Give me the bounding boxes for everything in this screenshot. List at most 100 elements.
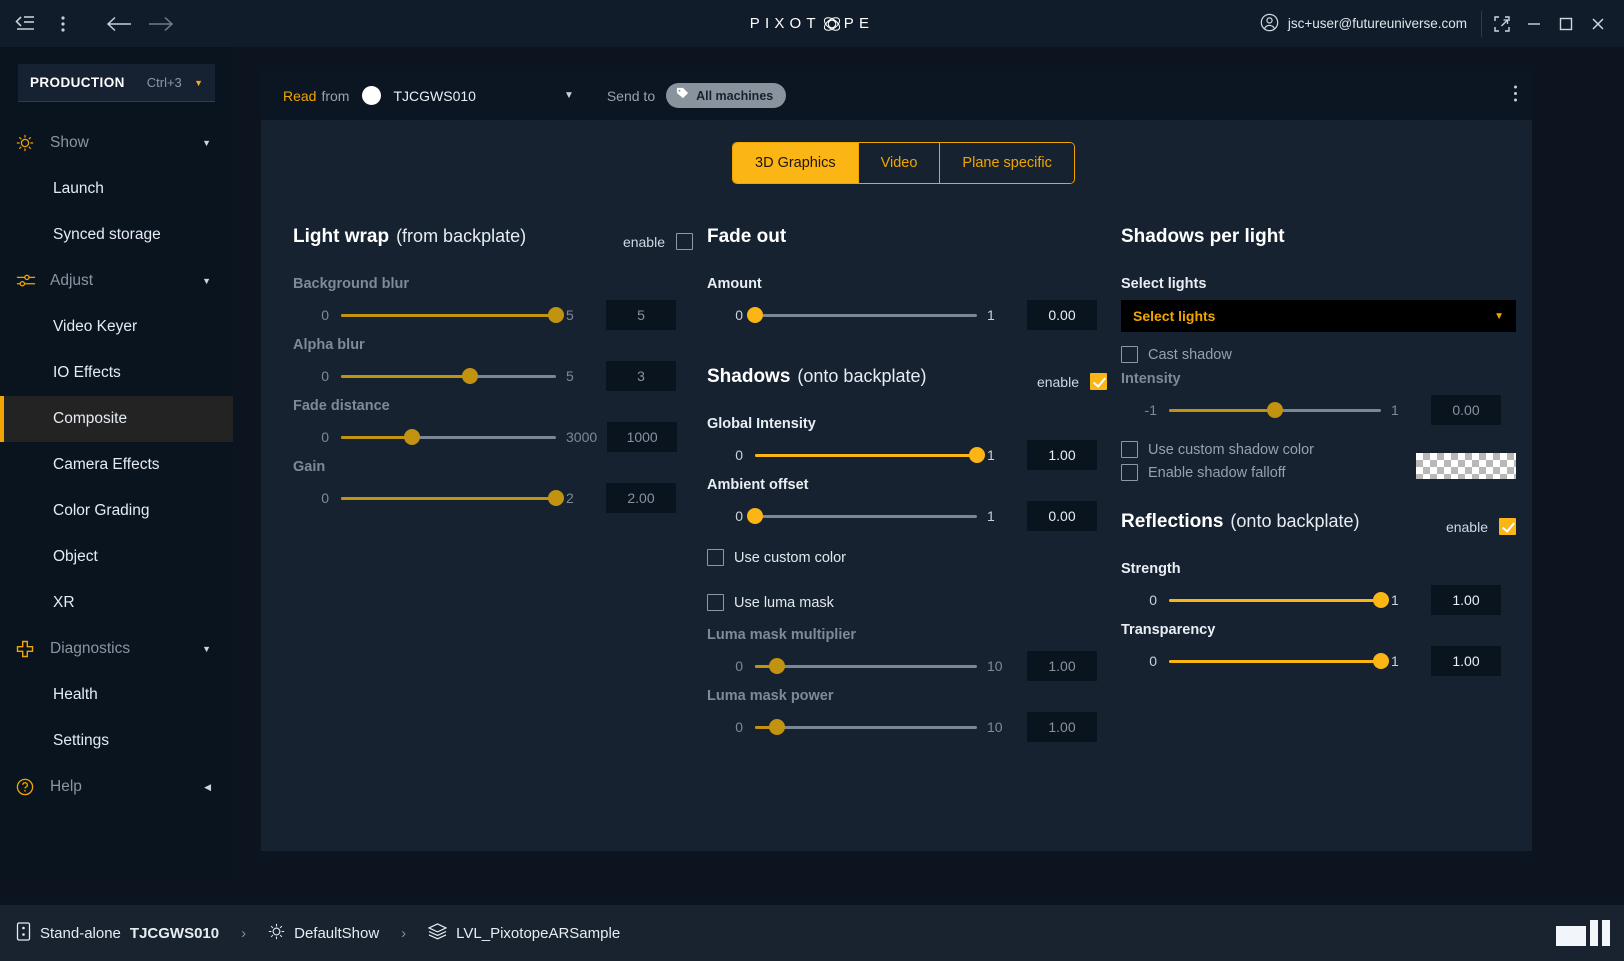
slider-min: 0 [293,307,329,323]
sidebar-item-video-keyer[interactable]: Video Keyer [0,304,233,350]
transparency-slider[interactable] [1169,652,1381,670]
slider-knob[interactable] [1373,592,1389,608]
background-blur-value[interactable]: 5 [606,300,676,330]
sidebar-item-object[interactable]: Object [0,534,233,580]
use-luma-mask-row[interactable]: Use luma mask [707,594,1107,611]
collapse-sidebar-icon[interactable] [6,5,44,43]
cast-shadow-checkbox[interactable] [1121,346,1138,363]
breadcrumb-level[interactable]: LVL_PixotopeARSample [456,925,620,942]
slider-max: 1 [977,508,1017,524]
background-blur-slider[interactable] [341,306,556,324]
shadows-enable-checkbox[interactable] [1090,373,1107,390]
transparency-value[interactable]: 1.00 [1431,646,1501,676]
fullscreen-icon[interactable] [1486,7,1518,41]
fade-distance-slider[interactable] [341,428,556,446]
luma-mask-power-slider[interactable] [755,718,977,736]
strength-value[interactable]: 1.00 [1431,585,1501,615]
use-custom-color-checkbox[interactable] [707,549,724,566]
field-gain: Gain 0 2 2.00 [293,459,693,513]
use-luma-mask-checkbox[interactable] [707,594,724,611]
slider-knob[interactable] [1267,402,1283,418]
slider-knob[interactable] [769,719,785,735]
ambient-offset-slider[interactable] [755,507,977,525]
shadows-enable: enable [1037,373,1107,390]
breadcrumb-show[interactable]: DefaultShow [294,925,379,942]
sidebar-group-help[interactable]: Help ◀ [0,764,233,810]
sidebar-item-camera-effects[interactable]: Camera Effects [0,442,233,488]
slider-knob[interactable] [548,307,564,323]
sidebar-nav: Show ▼ Launch Synced storage Adjust ▼ Vi… [0,120,233,810]
production-shortcut: Ctrl+3 [147,75,182,90]
slider-knob[interactable] [747,307,763,323]
tab-plane-specific[interactable]: Plane specific [940,143,1073,183]
user-account-button[interactable]: jsc+user@futureuniverse.com [1260,13,1481,35]
global-intensity-slider[interactable] [755,446,977,464]
sidebar-item-xr[interactable]: XR [0,580,233,626]
fade-out-amount-value[interactable]: 0.00 [1027,300,1097,330]
slider-knob[interactable] [969,447,985,463]
slider-knob[interactable] [404,429,420,445]
sidebar-group-show[interactable]: Show ▼ [0,120,233,166]
luma-mask-power-value[interactable]: 1.00 [1027,712,1097,742]
sidebar-group-diagnostics[interactable]: Diagnostics ▼ [0,626,233,672]
arrow-left-icon[interactable] [100,5,138,43]
fade-distance-value[interactable]: 1000 [607,422,677,452]
slider-knob[interactable] [1373,653,1389,669]
sliders-icon [16,273,42,289]
field-label: Alpha blur [293,337,693,353]
slider-knob[interactable] [769,658,785,674]
all-machines-chip[interactable]: All machines [666,83,786,108]
gain-value[interactable]: 2.00 [606,483,676,513]
alpha-blur-slider[interactable] [341,367,556,385]
intensity-value[interactable]: 0.00 [1431,395,1501,425]
field-background-blur: Background blur 0 5 5 [293,276,693,330]
light-wrap-enable-checkbox[interactable] [676,233,693,250]
user-email: jsc+user@futureuniverse.com [1288,16,1467,31]
production-selector[interactable]: PRODUCTION Ctrl+3 ▼ [18,64,215,102]
slider-knob[interactable] [548,490,564,506]
luma-mask-multiplier-slider[interactable] [755,657,977,675]
minimize-icon[interactable] [1518,7,1550,41]
ambient-offset-value[interactable]: 0.00 [1027,501,1097,531]
close-icon[interactable] [1582,7,1614,41]
maximize-icon[interactable] [1550,7,1582,41]
slider-min: 0 [293,368,329,384]
kebab-menu-icon[interactable] [1513,84,1518,108]
arrow-right-icon[interactable] [142,5,180,43]
slider-knob[interactable] [462,368,478,384]
strength-slider[interactable] [1169,591,1381,609]
cast-shadow-row[interactable]: Cast shadow [1121,346,1516,363]
luma-mask-multiplier-value[interactable]: 1.00 [1027,651,1097,681]
sidebar-item-health[interactable]: Health [0,672,233,718]
field-global-intensity: Global Intensity 0 1 1.00 [707,416,1107,470]
sidebar-item-composite[interactable]: Composite [0,396,233,442]
sidebar-group-label: Show [50,134,89,152]
slider-knob[interactable] [747,508,763,524]
reflections-enable-checkbox[interactable] [1499,518,1516,535]
select-lights-dropdown[interactable]: Select lights ▼ [1121,300,1516,332]
use-custom-shadow-color-checkbox[interactable] [1121,441,1138,458]
sidebar-item-io-effects[interactable]: IO Effects [0,350,233,396]
sidebar-item-synced-storage[interactable]: Synced storage [0,212,233,258]
field-label: Strength [1121,561,1516,577]
sidebar-item-settings[interactable]: Settings [0,718,233,764]
enable-shadow-falloff-checkbox[interactable] [1121,464,1138,481]
kebab-menu-icon[interactable] [44,5,82,43]
fade-out-amount-slider[interactable] [755,306,977,324]
gain-slider[interactable] [341,489,556,507]
field-amount: Amount 0 1 0.00 [707,276,1107,330]
tab-3d-graphics[interactable]: 3D Graphics [733,143,859,183]
field-label: Intensity [1121,371,1516,387]
sidebar-item-color-grading[interactable]: Color Grading [0,488,233,534]
sidebar-item-launch[interactable]: Launch [0,166,233,212]
alpha-blur-value[interactable]: 3 [606,361,676,391]
chevron-down-icon[interactable]: ▼ [564,90,574,101]
breadcrumb: Stand-alone TJCGWS010 › DefaultShow › LV… [16,922,620,945]
use-custom-color-row[interactable]: Use custom color [707,549,1107,566]
shadow-color-swatch[interactable] [1416,453,1516,479]
global-intensity-value[interactable]: 1.00 [1027,440,1097,470]
sidebar-group-adjust[interactable]: Adjust ▼ [0,258,233,304]
intensity-slider[interactable] [1169,401,1381,419]
section-title: Shadows per light [1121,226,1285,248]
tab-video[interactable]: Video [859,143,941,183]
